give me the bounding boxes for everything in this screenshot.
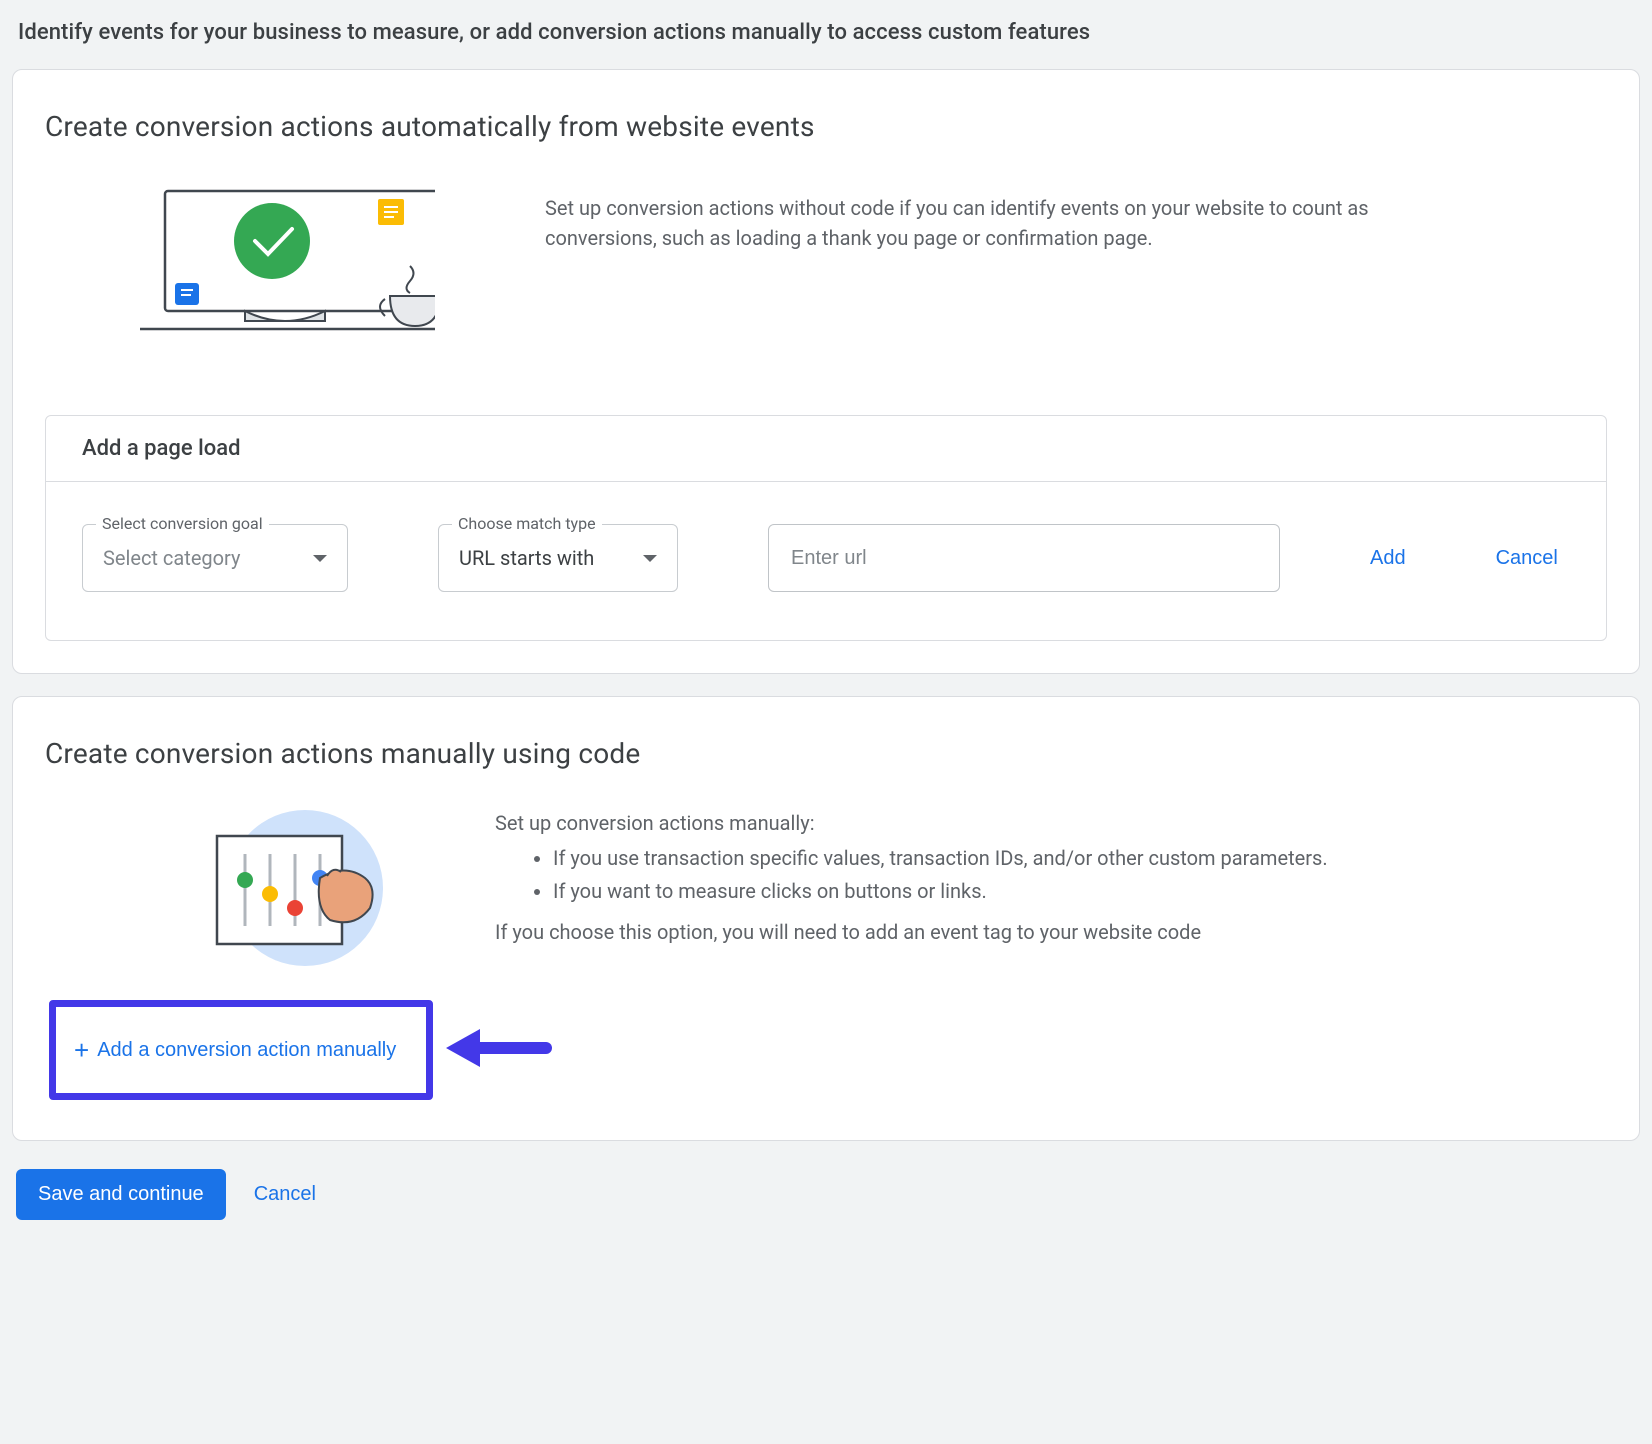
auto-conversion-card: Create conversion actions automatically … <box>12 69 1640 674</box>
goal-field-label: Select conversion goal <box>96 514 269 533</box>
chevron-down-icon <box>313 555 327 562</box>
cancel-button[interactable]: Cancel <box>254 1183 316 1206</box>
annotation-arrow-icon <box>446 1023 556 1077</box>
conversion-goal-select[interactable]: Select category <box>82 524 348 592</box>
add-manual-highlight: + Add a conversion action manually <box>49 1000 433 1100</box>
page-load-panel: Add a page load Select conversion goal S… <box>45 415 1607 641</box>
match-value: URL starts with <box>459 546 594 570</box>
card2-intro: Set up conversion actions manually: <box>495 808 1328 839</box>
save-and-continue-button[interactable]: Save and continue <box>16 1169 226 1220</box>
card2-title: Create conversion actions manually using… <box>45 737 1607 770</box>
url-input[interactable] <box>768 524 1280 592</box>
monitor-checkmark-illustration <box>135 181 435 345</box>
match-field-label: Choose match type <box>452 514 602 533</box>
plus-icon: + <box>74 1037 89 1063</box>
sliders-illustration <box>205 808 385 972</box>
card2-bullet: If you want to measure clicks on buttons… <box>553 876 1328 907</box>
add-manual-label: Add a conversion action manually <box>97 1039 396 1062</box>
card2-bullet: If you use transaction specific values, … <box>553 843 1328 874</box>
panel-title: Add a page load <box>46 416 1606 482</box>
cancel-page-load-button[interactable]: Cancel <box>1496 547 1558 570</box>
add-button[interactable]: Add <box>1370 547 1406 570</box>
add-conversion-manually-button[interactable]: + Add a conversion action manually <box>74 1037 396 1063</box>
goal-placeholder: Select category <box>103 546 240 570</box>
page-title: Identify events for your business to mea… <box>0 0 1652 59</box>
manual-conversion-card: Create conversion actions manually using… <box>12 696 1640 1141</box>
card2-description: Set up conversion actions manually: If y… <box>495 808 1328 948</box>
chevron-down-icon <box>643 555 657 562</box>
footer-actions: Save and continue Cancel <box>0 1163 1652 1230</box>
card1-description: Set up conversion actions without code i… <box>545 181 1425 253</box>
match-type-select[interactable]: URL starts with <box>438 524 678 592</box>
card2-outro: If you choose this option, you will need… <box>495 917 1328 948</box>
card1-title: Create conversion actions automatically … <box>45 110 1607 143</box>
